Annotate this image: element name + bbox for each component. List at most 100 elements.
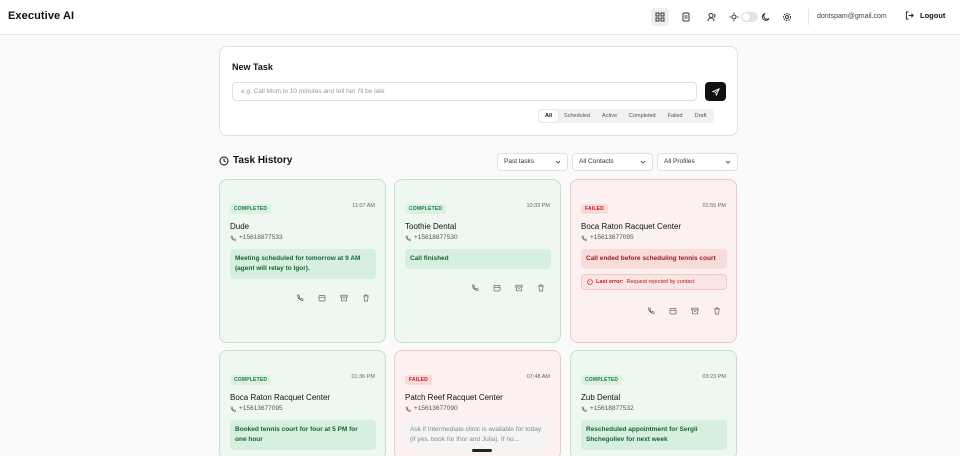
status-badge: COMPLETED bbox=[405, 204, 447, 214]
users-icon[interactable] bbox=[703, 8, 721, 26]
task-card[interactable]: COMPLETED 03:23 PM Zub Dental +156188775… bbox=[570, 350, 737, 456]
calendar-icon[interactable] bbox=[318, 294, 326, 302]
new-task-panel: New Task e.g. Call Mom in 10 minutes and… bbox=[219, 46, 738, 136]
contact-phone: +15613677095 bbox=[581, 234, 634, 241]
task-input[interactable]: e.g. Call Mom in 10 minutes and tell her… bbox=[232, 82, 697, 101]
header-divider bbox=[808, 9, 809, 25]
range-dropdown[interactable]: Past tasks bbox=[497, 153, 568, 171]
phone-number: +15618877532 bbox=[590, 405, 634, 412]
last-error-text: Request rejected by contact bbox=[626, 279, 695, 285]
send-icon bbox=[711, 87, 720, 96]
app-title: Executive AI bbox=[8, 10, 75, 22]
last-error-label: Last error: bbox=[596, 279, 624, 285]
status-badge: COMPLETED bbox=[230, 204, 272, 214]
contacts-dropdown-label: All Contacts bbox=[579, 158, 614, 165]
scroll-handle[interactable] bbox=[472, 449, 492, 452]
status-badge: COMPLETED bbox=[581, 375, 623, 385]
status-badge: FAILED bbox=[405, 375, 432, 385]
contacts-dropdown[interactable]: All Contacts bbox=[572, 153, 653, 171]
status-badge: COMPLETED bbox=[230, 375, 272, 385]
phone-icon bbox=[405, 235, 411, 241]
filter-draft[interactable]: Draft bbox=[689, 110, 713, 122]
theme-toggle[interactable] bbox=[741, 12, 758, 22]
calendar-icon[interactable] bbox=[669, 307, 677, 315]
phone-number: +15613677090 bbox=[414, 405, 458, 412]
archive-icon[interactable] bbox=[691, 307, 699, 315]
logout-icon bbox=[905, 11, 914, 20]
task-result: Rescheduled appointment for Sergii Shche… bbox=[581, 420, 727, 450]
new-task-title: New Task bbox=[232, 62, 273, 72]
logout-button[interactable]: Logout bbox=[905, 11, 945, 20]
archive-icon[interactable] bbox=[515, 284, 523, 292]
phone-icon bbox=[230, 235, 236, 241]
contact-name: Zub Dental bbox=[581, 393, 621, 402]
toggle-knob bbox=[742, 13, 750, 21]
contact-phone: +15618877530 bbox=[405, 234, 458, 241]
trash-icon[interactable] bbox=[713, 307, 721, 315]
task-time: 01:55 PM bbox=[702, 203, 726, 209]
alert-icon bbox=[587, 279, 593, 285]
phone-number: +15618877533 bbox=[239, 234, 283, 241]
status-badge: FAILED bbox=[581, 204, 608, 214]
task-card[interactable]: COMPLETED 01:36 PM Boca Raton Racquet Ce… bbox=[219, 350, 386, 456]
task-result: Call finished bbox=[405, 249, 551, 269]
card-actions bbox=[647, 307, 721, 315]
contact-phone: +15618877533 bbox=[230, 234, 283, 241]
task-card[interactable]: COMPLETED 10:33 PM Toothie Dental +15618… bbox=[394, 179, 561, 343]
task-time: 03:23 PM bbox=[702, 374, 726, 380]
task-time: 07:48 AM bbox=[526, 374, 550, 380]
task-card[interactable]: COMPLETED 11:07 AM Dude +15618877533 Mee… bbox=[219, 179, 386, 343]
send-button[interactable] bbox=[705, 82, 726, 101]
task-card[interactable]: FAILED 07:48 AM Patch Reef Racquet Cente… bbox=[394, 350, 561, 456]
call-icon[interactable] bbox=[471, 284, 479, 292]
card-actions bbox=[471, 284, 545, 292]
task-description: Ask if Intermediate clinic is available … bbox=[405, 420, 551, 450]
phone-icon bbox=[230, 406, 236, 412]
filter-all[interactable]: All bbox=[539, 110, 559, 122]
task-time: 10:33 PM bbox=[526, 203, 550, 209]
gear-icon[interactable] bbox=[778, 8, 796, 26]
archive-icon[interactable] bbox=[340, 294, 348, 302]
grid-icon[interactable] bbox=[651, 8, 669, 26]
task-history-title: Task History bbox=[233, 155, 293, 166]
moon-icon[interactable] bbox=[757, 8, 775, 26]
phone-icon bbox=[405, 406, 411, 412]
contact-phone: +15618877532 bbox=[581, 405, 634, 412]
filter-scheduled[interactable]: Scheduled bbox=[558, 110, 596, 122]
trash-icon[interactable] bbox=[362, 294, 370, 302]
phone-icon bbox=[581, 406, 587, 412]
logout-label: Logout bbox=[920, 11, 946, 20]
chevron-down-icon bbox=[725, 160, 731, 164]
trash-icon[interactable] bbox=[537, 284, 545, 292]
contact-name: Patch Reef Racquet Center bbox=[405, 393, 503, 402]
phone-number: +15618877530 bbox=[414, 234, 458, 241]
task-result: Meeting scheduled for tomorrow at 9 AM (… bbox=[230, 249, 376, 279]
filter-completed[interactable]: Completed bbox=[623, 110, 662, 122]
contact-name: Dude bbox=[230, 222, 250, 231]
contact-phone: +15613677095 bbox=[230, 405, 283, 412]
phone-number: +15613677095 bbox=[590, 234, 634, 241]
task-card[interactable]: FAILED 01:55 PM Boca Raton Racquet Cente… bbox=[570, 179, 737, 343]
task-result: Booked tennis court for four at 5 PM for… bbox=[230, 420, 376, 450]
task-result: Call ended before scheduling tennis cour… bbox=[581, 249, 727, 269]
filter-active[interactable]: Active bbox=[596, 110, 623, 122]
profiles-dropdown-label: All Profiles bbox=[664, 158, 695, 165]
clock-icon bbox=[219, 156, 229, 165]
status-filter-tabs: All Scheduled Active Completed Failed Dr… bbox=[538, 109, 714, 123]
top-bar: Executive AI dontspam@gmail.com Logout bbox=[0, 0, 960, 35]
contact-name: Boca Raton Racquet Center bbox=[581, 222, 682, 231]
task-time: 11:07 AM bbox=[352, 203, 375, 209]
task-time: 01:36 PM bbox=[351, 374, 375, 380]
contact-phone: +15613677090 bbox=[405, 405, 458, 412]
phone-number: +15613677095 bbox=[239, 405, 283, 412]
document-icon[interactable] bbox=[677, 8, 695, 26]
profiles-dropdown[interactable]: All Profiles bbox=[657, 153, 738, 171]
filter-failed[interactable]: Failed bbox=[662, 110, 689, 122]
last-error: Last error: Request rejected by contact bbox=[581, 274, 727, 290]
user-email: dontspam@gmail.com bbox=[817, 13, 887, 20]
call-icon[interactable] bbox=[647, 307, 655, 315]
range-dropdown-label: Past tasks bbox=[504, 158, 534, 165]
contact-name: Boca Raton Racquet Center bbox=[230, 393, 331, 402]
call-icon[interactable] bbox=[296, 294, 304, 302]
calendar-icon[interactable] bbox=[493, 284, 501, 292]
